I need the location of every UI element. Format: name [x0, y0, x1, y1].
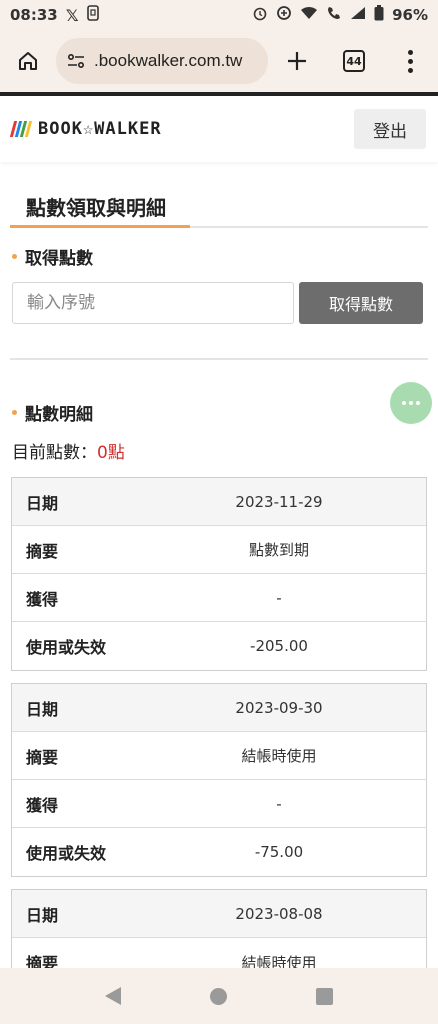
redeem-heading-text: 取得點數: [25, 249, 93, 269]
record-row: 日期 2023-09-30: [12, 684, 426, 732]
record-field-label: 使用或失效: [26, 638, 107, 657]
site-settings-icon[interactable]: [66, 51, 86, 71]
main-content: 點數領取與明細 取得點數 取得點數 點數明細 目前點數：0點 日期 2023-11…: [0, 162, 438, 968]
bullet-icon: [12, 254, 17, 259]
plus-icon: [288, 52, 306, 70]
record-field-label: 使用或失效: [26, 844, 107, 863]
status-bar: 08:33 𝕏 96%: [0, 0, 438, 30]
more-vert-icon: [407, 49, 413, 73]
new-tab-button[interactable]: [268, 30, 326, 92]
record-field-value: 2023-09-30: [235, 698, 323, 717]
recent-apps-icon[interactable]: [316, 987, 334, 1005]
current-points: 目前點數：0點: [12, 438, 125, 463]
bullet-icon: [12, 410, 17, 415]
record-field-value: -: [276, 588, 282, 607]
browser-toolbar: .bookwalker.com.tw 44: [0, 30, 438, 92]
points-record: 日期 2023-11-29 摘要 點數到期獲得 - 使用或失效 -205.00: [11, 477, 427, 671]
tab-switcher-button[interactable]: 44: [326, 30, 382, 92]
record-row: 摘要 點數到期: [12, 526, 426, 574]
record-field-value: 結帳時使用: [241, 747, 317, 765]
logout-button[interactable]: 登出: [354, 109, 426, 149]
home-button[interactable]: [0, 30, 56, 92]
record-field-label: 摘要: [26, 954, 59, 968]
clock: 08:33: [10, 6, 58, 24]
current-points-label: 目前點數：: [12, 443, 97, 463]
serial-number-input[interactable]: [12, 282, 294, 324]
record-row: 使用或失效 -75.00: [12, 828, 426, 876]
x-app-icon: 𝕏: [65, 5, 79, 25]
record-row: 使用或失效 -205.00: [12, 622, 426, 670]
record-row: 日期 2023-08-08: [12, 890, 426, 938]
signal-icon: [350, 6, 366, 24]
details-heading-text: 點數明細: [25, 405, 93, 425]
wifi-icon: [300, 6, 318, 24]
record-field-value: 結帳時使用: [241, 953, 317, 969]
logo-stripes-icon: [9, 121, 33, 137]
browser-menu-button[interactable]: [382, 30, 438, 92]
tab-count: 44: [343, 50, 365, 72]
record-field-label: 摘要: [26, 541, 59, 561]
back-icon[interactable]: [104, 987, 121, 1005]
points-record: 日期 2023-09-30 摘要 結帳時使用獲得 - 使用或失效 -75.00: [11, 683, 427, 877]
record-field-value: -: [276, 794, 282, 813]
current-points-value: 0點: [97, 443, 125, 463]
data-saver-icon: [276, 5, 292, 25]
record-row: 摘要 結帳時使用: [12, 938, 426, 969]
site-header: BOOK☆WALKER 登出: [0, 96, 438, 162]
battery-icon: [374, 5, 384, 25]
record-field-value: 2023-08-08: [235, 904, 323, 923]
record-field-label: 摘要: [26, 747, 59, 767]
record-row: 日期 2023-11-29: [12, 478, 426, 526]
page-title-bar: 點數領取與明細: [10, 188, 428, 228]
record-field-label: 日期: [26, 699, 59, 719]
record-field-label: 獲得: [26, 589, 59, 609]
record-field-label: 日期: [26, 493, 59, 513]
floating-more-button[interactable]: [390, 382, 432, 424]
url-text[interactable]: .bookwalker.com.tw: [94, 51, 242, 71]
address-bar[interactable]: .bookwalker.com.tw: [56, 38, 268, 84]
record-field-label: 日期: [26, 905, 59, 925]
page-title: 點數領取與明細: [10, 188, 190, 228]
screenshot-icon: [86, 5, 99, 25]
bookwalker-logo[interactable]: BOOK☆WALKER: [9, 119, 162, 139]
logo-text: BOOK☆WALKER: [38, 119, 162, 139]
details-heading: 點數明細: [12, 400, 93, 425]
points-record: 日期 2023-08-08 摘要 結帳時使用: [11, 889, 427, 968]
record-row: 獲得 -: [12, 780, 426, 828]
record-field-value: -205.00: [250, 637, 308, 655]
points-record-list: 日期 2023-11-29 摘要 點數到期獲得 - 使用或失效 -205.00 日期 2023-…: [11, 477, 427, 968]
system-nav-bar: [0, 968, 438, 1024]
home-icon: [19, 52, 37, 70]
record-row: 獲得 -: [12, 574, 426, 622]
redeem-heading: 取得點數: [12, 244, 93, 269]
record-field-value: 點數到期: [248, 541, 309, 559]
section-divider: [10, 358, 428, 360]
battery-level: 96%: [392, 6, 428, 24]
record-field-value: -75.00: [254, 843, 304, 861]
alarm-icon: [252, 5, 268, 25]
record-field-value: 2023-11-29: [235, 492, 323, 511]
record-row: 摘要 結帳時使用: [12, 732, 426, 780]
record-field-label: 獲得: [26, 795, 59, 815]
redeem-points-button[interactable]: 取得點數: [299, 282, 423, 324]
wifi-call-icon: [326, 5, 342, 25]
home-circle-icon[interactable]: [209, 987, 227, 1005]
